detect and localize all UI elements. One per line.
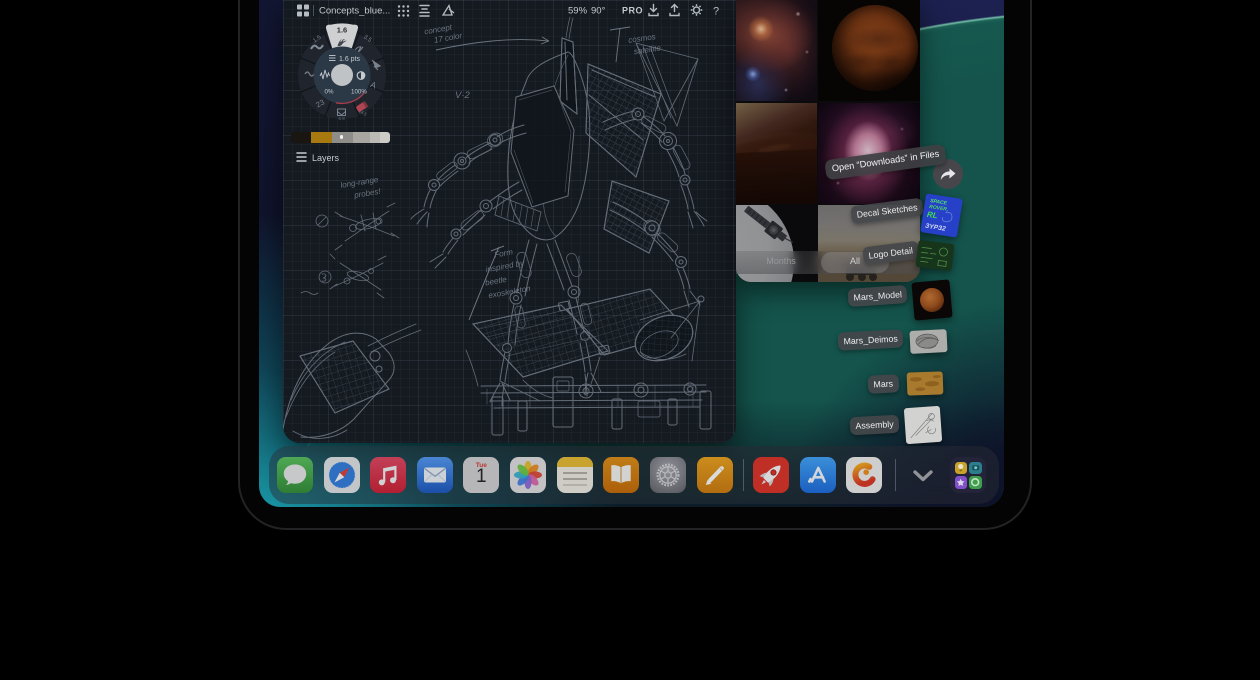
svg-text:Layers: Layers xyxy=(312,153,340,163)
svg-text:1.6 pts: 1.6 pts xyxy=(339,56,361,63)
svg-text:beetle: beetle xyxy=(484,275,508,288)
svg-text:59%: 59% xyxy=(568,6,588,17)
svg-text:1.6: 1.6 xyxy=(336,26,346,35)
svg-text:V·2: V·2 xyxy=(455,90,471,101)
svg-text:cosmos: cosmos xyxy=(628,32,657,45)
svg-text:satellite: satellite xyxy=(633,43,662,56)
svg-text:6 8: 6 8 xyxy=(338,116,345,121)
svg-text:?: ? xyxy=(713,6,719,18)
svg-text:ЗYPЗ2: ЗYPЗ2 xyxy=(925,223,947,233)
svg-text:probes!: probes! xyxy=(352,187,382,200)
svg-text:100%: 100% xyxy=(351,89,367,96)
svg-text:PRO: PRO xyxy=(622,6,643,16)
svg-text:90°: 90° xyxy=(591,6,606,17)
svg-text:RL: RL xyxy=(926,210,938,221)
svg-text:0%: 0% xyxy=(324,89,333,96)
